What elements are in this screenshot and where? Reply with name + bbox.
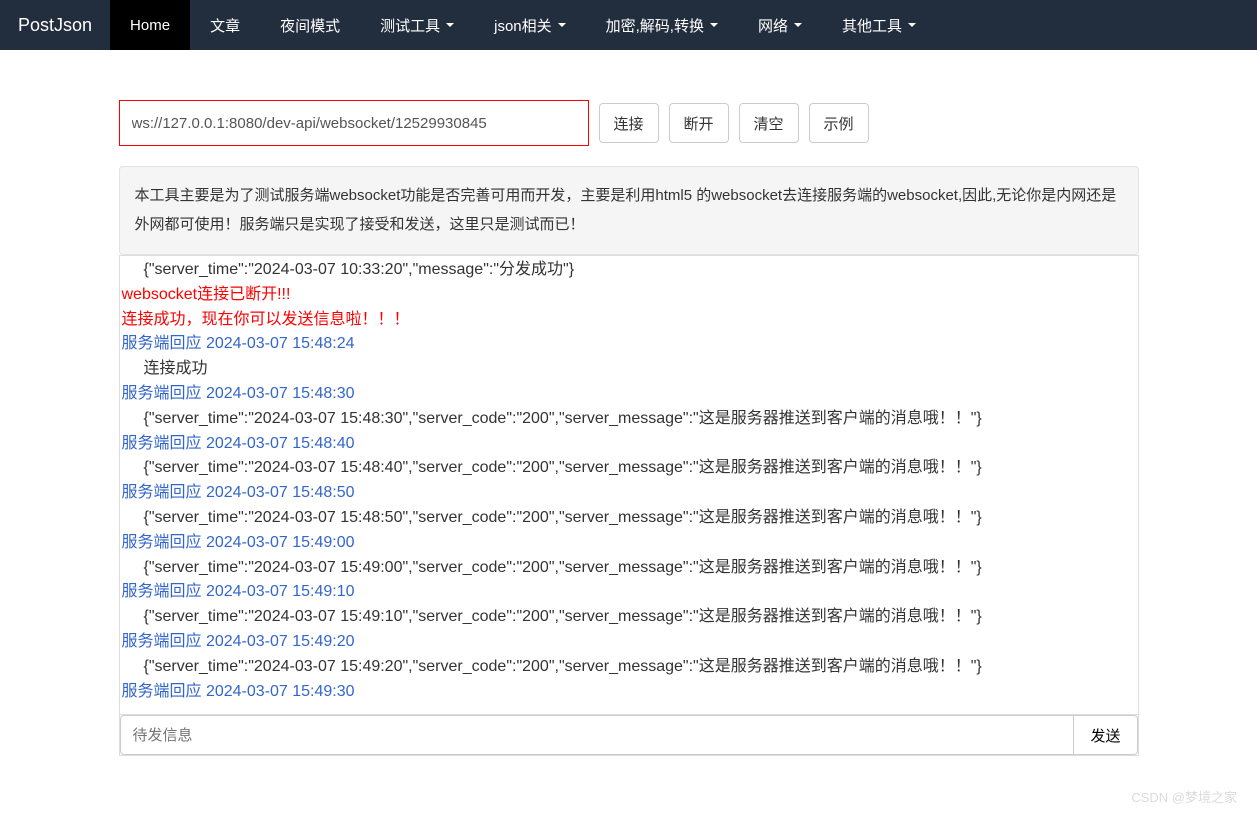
caret-down-icon: [794, 23, 802, 27]
log-output[interactable]: {"server_time":"2024-03-07 10:33:20","me…: [119, 255, 1139, 715]
nav-item-1[interactable]: 文章: [190, 0, 260, 50]
nav-link[interactable]: json相关: [474, 0, 586, 50]
log-line: {"server_time":"2024-03-07 10:33:20","me…: [120, 258, 1138, 283]
description-panel: 本工具主要是为了测试服务端websocket功能是否完善可用而开发，主要是利用h…: [119, 166, 1139, 255]
caret-down-icon: [908, 23, 916, 27]
log-line: {"server_time":"2024-03-07 15:49:00","se…: [120, 556, 1138, 581]
log-line: 服务端回应 2024-03-07 15:48:24: [120, 332, 1138, 357]
nav-link[interactable]: 夜间模式: [260, 0, 360, 50]
log-line: {"server_time":"2024-03-07 15:48:40","se…: [120, 456, 1138, 481]
nav-link[interactable]: Home: [110, 0, 190, 50]
nav-link[interactable]: 文章: [190, 0, 260, 50]
nav-item-4[interactable]: json相关: [474, 0, 586, 50]
clear-button[interactable]: 清空: [739, 103, 799, 143]
caret-down-icon: [446, 23, 454, 27]
log-line: {"server_time":"2024-03-07 15:48:50","se…: [120, 506, 1138, 531]
send-button[interactable]: 发送: [1074, 715, 1137, 755]
log-line: websocket连接已断开!!!: [120, 283, 1138, 308]
nav-item-5[interactable]: 加密,解码,转换: [586, 0, 738, 50]
nav-item-6[interactable]: 网络: [738, 0, 822, 50]
caret-down-icon: [710, 23, 718, 27]
log-line: {"server_time":"2024-03-07 15:48:30","se…: [120, 407, 1138, 432]
watermark: CSDN @梦境之家: [1131, 787, 1237, 806]
log-line: 连接成功: [120, 357, 1138, 382]
navbar: PostJson Home文章夜间模式测试工具json相关加密,解码,转换网络其…: [0, 0, 1257, 50]
nav-item-3[interactable]: 测试工具: [360, 0, 474, 50]
send-row: 发送: [119, 715, 1139, 756]
websocket-url-input[interactable]: [119, 100, 589, 146]
log-line: 服务端回应 2024-03-07 15:49:10: [120, 580, 1138, 605]
connect-button[interactable]: 连接: [599, 103, 659, 143]
disconnect-button[interactable]: 断开: [669, 103, 729, 143]
message-input[interactable]: [120, 715, 1075, 755]
nav-link[interactable]: 网络: [738, 0, 822, 50]
nav-link[interactable]: 测试工具: [360, 0, 474, 50]
nav-item-2[interactable]: 夜间模式: [260, 0, 360, 50]
brand-link[interactable]: PostJson: [0, 0, 110, 50]
nav-link[interactable]: 其他工具: [822, 0, 936, 50]
log-line: {"server_time":"2024-03-07 15:49:20","se…: [120, 655, 1138, 680]
log-line: {"server_time":"2024-03-07 15:49:10","se…: [120, 605, 1138, 630]
caret-down-icon: [558, 23, 566, 27]
log-line: 服务端回应 2024-03-07 15:49:20: [120, 630, 1138, 655]
nav-item-7[interactable]: 其他工具: [822, 0, 936, 50]
nav-item-0[interactable]: Home: [110, 0, 190, 50]
log-line: 服务端回应 2024-03-07 15:48:50: [120, 481, 1138, 506]
log-line: 服务端回应 2024-03-07 15:49:30: [120, 680, 1138, 705]
log-line: 服务端回应 2024-03-07 15:48:40: [120, 432, 1138, 457]
log-line: 服务端回应 2024-03-07 15:48:30: [120, 382, 1138, 407]
example-button[interactable]: 示例: [809, 103, 869, 143]
log-line: 连接成功，现在你可以发送信息啦！！！: [120, 308, 1138, 333]
nav-link[interactable]: 加密,解码,转换: [586, 0, 738, 50]
log-line: 服务端回应 2024-03-07 15:49:00: [120, 531, 1138, 556]
connection-toolbar: 连接 断开 清空 示例: [119, 100, 1139, 146]
nav-list: Home文章夜间模式测试工具json相关加密,解码,转换网络其他工具: [110, 0, 936, 50]
